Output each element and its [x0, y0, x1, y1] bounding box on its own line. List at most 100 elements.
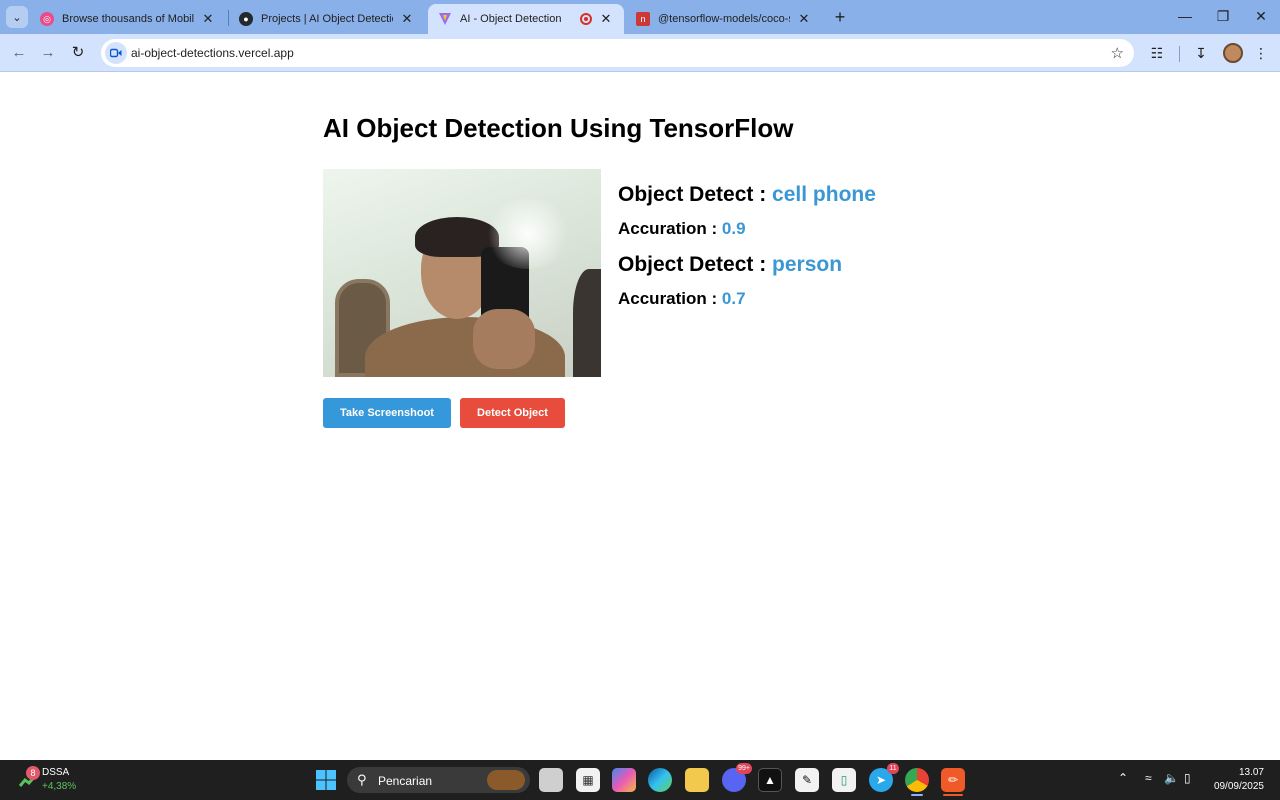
kebab-menu-icon: ⋮	[1254, 45, 1268, 61]
cam-light-glare	[483, 199, 573, 269]
telegram-badge: 11	[887, 763, 899, 774]
chevron-up-icon[interactable]: ⌃	[1118, 771, 1128, 785]
vite-icon	[438, 12, 452, 26]
minimize-button[interactable]: —	[1166, 4, 1204, 28]
chrome-icon[interactable]	[905, 768, 929, 792]
webcam-video	[323, 169, 601, 377]
system-clock[interactable]: 13.07 09/09/2025	[1214, 766, 1264, 794]
dribbble-icon: ◎	[40, 12, 54, 26]
drawing-app-active-indicator	[943, 794, 963, 796]
tab-npm[interactable]: n @tensorflow-models/coco-ssd ✕	[626, 4, 822, 34]
reload-icon: ↻	[71, 44, 85, 61]
cam-hand	[473, 309, 535, 369]
clock-date: 09/09/2025	[1213, 781, 1264, 792]
edge-icon[interactable]	[648, 768, 672, 792]
phone-link-icon[interactable]: ▯	[832, 768, 856, 792]
chrome-active-indicator	[911, 794, 923, 796]
puzzle-icon: ☷	[1150, 45, 1164, 61]
tab-title: AI - Object Detection	[460, 13, 562, 25]
detection-object-2: Object Detect : person	[618, 253, 876, 277]
accuracy-value: 0.9	[721, 219, 746, 238]
close-icon[interactable]: ✕	[598, 11, 614, 27]
close-icon[interactable]: ✕	[200, 11, 216, 27]
detection-results: Object Detect : cell phone Accuration : …	[618, 183, 876, 323]
take-screenshot-button[interactable]: Take Screenshoot	[323, 398, 451, 428]
bookmark-star-icon[interactable]: ☆	[1111, 44, 1124, 62]
detection-object-1: Object Detect : cell phone	[618, 183, 876, 207]
volume-icon[interactable]: 🔈	[1164, 771, 1179, 785]
url-text[interactable]: ai-object-detections.vercel.app	[131, 46, 294, 60]
address-bar[interactable]: ai-object-detections.vercel.app ☆	[101, 39, 1134, 67]
downloads-button[interactable]: ↧	[1188, 40, 1214, 66]
minimize-icon: —	[1178, 8, 1192, 24]
menu-button[interactable]: ⋮	[1248, 40, 1274, 66]
detection-accuracy-2: Accuration : 0.7	[618, 289, 876, 309]
restore-icon: ❐	[1216, 8, 1230, 24]
github-icon: ●	[239, 12, 253, 26]
extensions-button[interactable]: ☷	[1144, 40, 1170, 66]
windows-taskbar: 8 DSSA +4,38% ⚲ Pencarian ▦ 99+ ▲ ✎ ▯ ➤ …	[0, 760, 1280, 800]
plus-icon: +	[834, 7, 846, 27]
npm-icon: n	[636, 12, 650, 26]
chevron-down-icon: ⌄	[12, 11, 22, 24]
detect-object-button[interactable]: Detect Object	[460, 398, 565, 428]
detected-object-name: person	[772, 253, 843, 276]
arrow-right-icon: →	[40, 44, 56, 61]
tab-title: @tensorflow-models/coco-ssd	[658, 13, 790, 25]
profile-avatar[interactable]	[1223, 43, 1243, 63]
search-icon: ⚲	[357, 772, 367, 787]
camera-site-icon[interactable]	[105, 42, 127, 64]
stock-change: +4,38%	[42, 781, 77, 792]
tab-title: Browse thousands of Mobile Co	[62, 13, 194, 25]
taskbar-search[interactable]: ⚲ Pencarian	[347, 767, 530, 793]
close-icon[interactable]: ✕	[796, 11, 812, 27]
detect-label: Object Detect :	[618, 183, 773, 206]
restore-button[interactable]: ❐	[1204, 4, 1242, 28]
close-window-button[interactable]: ✕	[1242, 4, 1280, 28]
search-placeholder: Pencarian	[378, 774, 433, 788]
accuracy-label: Accuration :	[618, 219, 722, 238]
tab-strip: ⌄ ◎ Browse thousands of Mobile Co ✕ ● Pr…	[0, 0, 1280, 34]
close-icon[interactable]: ✕	[399, 11, 415, 27]
recording-icon	[580, 13, 592, 25]
stock-name: DSSA	[42, 767, 70, 778]
cam-background-object	[573, 269, 601, 377]
search-highlight-icon	[487, 770, 525, 790]
task-view-icon[interactable]	[539, 768, 563, 792]
copilot-icon[interactable]	[612, 768, 636, 792]
drawing-app-icon[interactable]: ✏	[941, 768, 965, 792]
tab-search-button[interactable]: ⌄	[6, 6, 28, 28]
start-button[interactable]	[314, 768, 338, 792]
accuracy-label: Accuration :	[618, 289, 722, 308]
download-icon: ↧	[1195, 45, 1207, 61]
clock-time: 13.07	[1238, 767, 1264, 778]
discord-badge: 99+	[736, 763, 752, 774]
close-icon: ✕	[1255, 8, 1267, 24]
app-icon[interactable]: ▲	[758, 768, 782, 792]
tab-ai-object-detection[interactable]: AI - Object Detection ✕	[428, 4, 624, 34]
windows-logo-icon	[316, 770, 336, 790]
forward-button[interactable]: →	[35, 40, 61, 66]
new-tab-button[interactable]: +	[830, 6, 850, 28]
telegram-icon[interactable]: ➤ 11	[869, 763, 899, 792]
back-button[interactable]: ←	[6, 40, 32, 66]
file-explorer-icon[interactable]	[685, 768, 709, 792]
toolbar-divider	[1179, 46, 1180, 62]
accuracy-value: 0.7	[721, 289, 746, 308]
store-icon[interactable]: ▦	[576, 768, 600, 792]
page-title: AI Object Detection Using TensorFlow	[323, 113, 794, 143]
battery-icon[interactable]: ▯	[1184, 771, 1191, 785]
detection-accuracy-1: Accuration : 0.9	[618, 219, 876, 239]
detect-label: Object Detect :	[618, 253, 773, 276]
discord-icon[interactable]: 99+	[722, 763, 752, 792]
tab-title: Projects | AI Object Detection |	[261, 13, 393, 25]
wifi-icon[interactable]: ≈	[1145, 771, 1152, 785]
arrow-left-icon: ←	[11, 44, 27, 61]
cam-person-body	[365, 317, 565, 377]
browser-toolbar: ← → ↻ ai-object-detections.vercel.app ☆ …	[0, 34, 1280, 72]
tab-dribbble[interactable]: ◎ Browse thousands of Mobile Co ✕	[30, 4, 226, 34]
reload-button[interactable]: ↻	[65, 40, 91, 66]
tab-github[interactable]: ● Projects | AI Object Detection | ✕	[229, 4, 425, 34]
notes-icon[interactable]: ✎	[795, 768, 819, 792]
stock-badge: 8	[26, 766, 40, 780]
